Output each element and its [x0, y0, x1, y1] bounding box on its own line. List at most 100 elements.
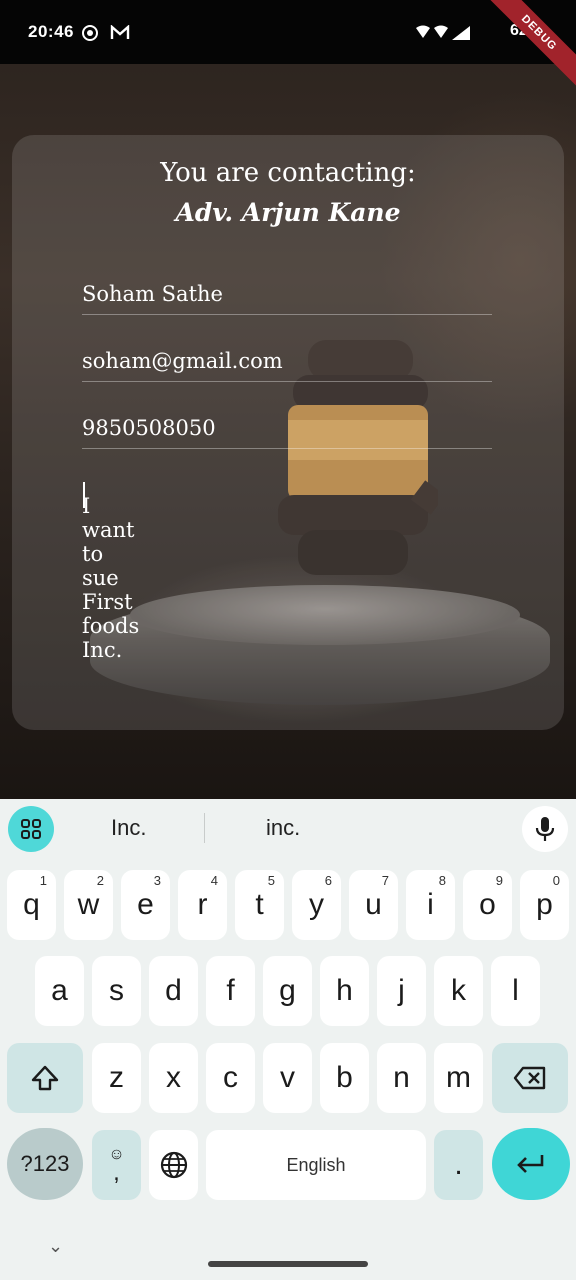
- key-j[interactable]: j: [377, 956, 426, 1026]
- key-label: j: [398, 974, 405, 1007]
- key-g[interactable]: g: [263, 956, 312, 1026]
- key-v[interactable]: v: [263, 1043, 312, 1113]
- key-label: h: [336, 974, 353, 1007]
- message-field-value: I want to sue First foods Inc.: [82, 494, 140, 662]
- key-l[interactable]: l: [491, 956, 540, 1026]
- space-key[interactable]: English: [206, 1130, 426, 1200]
- on-screen-keyboard: Inc. inc. q1w2e3r4t5y6u7i8o9p0 asdfghjkl…: [0, 799, 576, 1280]
- phone-field-value: 9850508050: [82, 416, 216, 440]
- voice-input-button[interactable]: [522, 806, 568, 852]
- key-label: x: [166, 1061, 181, 1094]
- key-label: v: [280, 1061, 295, 1094]
- key-label: y: [309, 888, 324, 921]
- key-number-hint: 9: [495, 873, 503, 888]
- key-number-hint: 1: [39, 873, 47, 888]
- message-field[interactable]: I want to sue First foods Inc.: [82, 470, 492, 662]
- key-m[interactable]: m: [434, 1043, 483, 1113]
- period-key[interactable]: .: [434, 1130, 483, 1200]
- key-label: w: [77, 888, 100, 921]
- backspace-icon: [513, 1066, 546, 1090]
- email-field[interactable]: soham@gmail.com: [82, 337, 492, 382]
- key-x[interactable]: x: [149, 1043, 198, 1113]
- key-label: a: [51, 974, 68, 1007]
- key-i[interactable]: i8: [406, 870, 455, 940]
- key-d[interactable]: d: [149, 956, 198, 1026]
- key-label: b: [336, 1061, 353, 1094]
- key-b[interactable]: b: [320, 1043, 369, 1113]
- enter-icon: [517, 1155, 544, 1173]
- email-field-value: soham@gmail.com: [82, 349, 283, 373]
- key-r[interactable]: r4: [178, 870, 227, 940]
- status-time: 20:46: [28, 22, 74, 41]
- key-z[interactable]: z: [92, 1043, 141, 1113]
- network-icons: [416, 25, 470, 40]
- phone-field[interactable]: 9850508050: [82, 404, 492, 449]
- globe-icon: [160, 1151, 187, 1179]
- key-e[interactable]: e3: [121, 870, 170, 940]
- key-number-hint: 6: [324, 873, 332, 888]
- key-s[interactable]: s: [92, 956, 141, 1026]
- key-c[interactable]: c: [206, 1043, 255, 1113]
- microphone-icon: [535, 817, 555, 841]
- key-label: f: [226, 974, 235, 1007]
- hide-keyboard-chevron-icon[interactable]: ⌄: [48, 1236, 63, 1257]
- key-number-hint: 4: [210, 873, 218, 888]
- key-u[interactable]: u7: [349, 870, 398, 940]
- key-label: r: [197, 888, 208, 921]
- emoji-comma-key[interactable]: ☺ ,: [92, 1130, 141, 1200]
- key-k[interactable]: k: [434, 956, 483, 1026]
- key-label: o: [479, 888, 496, 921]
- app-screen: You are contacting: Adv. Arjun Kane Soha…: [0, 0, 576, 1280]
- key-n[interactable]: n: [377, 1043, 426, 1113]
- key-label: n: [393, 1061, 410, 1094]
- key-a[interactable]: a: [35, 956, 84, 1026]
- status-bar: 20:46 62% DEBUG: [0, 0, 576, 94]
- key-label: z: [109, 1061, 124, 1094]
- key-label: i: [427, 888, 434, 921]
- suggestion-bar: Inc. inc.: [0, 799, 576, 859]
- key-label: c: [223, 1061, 238, 1094]
- key-label: d: [165, 974, 182, 1007]
- key-p[interactable]: p0: [520, 870, 569, 940]
- grid-icon: [21, 819, 41, 839]
- key-o[interactable]: o9: [463, 870, 512, 940]
- key-label: q: [23, 888, 40, 921]
- gmail-icon: [110, 25, 130, 39]
- key-number-hint: 7: [381, 873, 389, 888]
- key-label: l: [512, 974, 519, 1007]
- key-label: k: [451, 974, 466, 1007]
- key-w[interactable]: w2: [64, 870, 113, 940]
- key-label: e: [137, 888, 154, 921]
- lawyer-name: Adv. Arjun Kane: [175, 198, 401, 227]
- language-key[interactable]: [149, 1130, 198, 1200]
- key-number-hint: 5: [267, 873, 275, 888]
- contact-heading: You are contacting:: [160, 158, 416, 188]
- comma-label: ,: [113, 1159, 120, 1186]
- key-y[interactable]: y6: [292, 870, 341, 940]
- key-number-hint: 8: [438, 873, 446, 888]
- key-label: m: [446, 1061, 471, 1094]
- suggestion-2[interactable]: inc.: [266, 815, 300, 841]
- keyboard-apps-button[interactable]: [8, 806, 54, 852]
- suggestion-1[interactable]: Inc.: [111, 815, 146, 841]
- key-number-hint: 0: [552, 873, 560, 888]
- key-label: p: [536, 888, 553, 921]
- key-number-hint: 2: [96, 873, 104, 888]
- shift-key[interactable]: [7, 1043, 83, 1113]
- key-q[interactable]: q1: [7, 870, 56, 940]
- enter-key[interactable]: [492, 1128, 570, 1200]
- record-icon: [82, 25, 98, 41]
- key-label: g: [279, 974, 296, 1007]
- name-field[interactable]: Soham Sathe: [82, 270, 492, 315]
- backspace-key[interactable]: [492, 1043, 568, 1113]
- key-f[interactable]: f: [206, 956, 255, 1026]
- key-label: t: [255, 888, 264, 921]
- suggestion-divider: [204, 813, 205, 843]
- key-label: s: [109, 974, 124, 1007]
- name-field-value: Soham Sathe: [82, 282, 223, 306]
- key-h[interactable]: h: [320, 956, 369, 1026]
- symbols-key[interactable]: ?123: [7, 1128, 83, 1200]
- home-gesture-bar[interactable]: [208, 1261, 368, 1267]
- shift-icon: [31, 1065, 59, 1091]
- key-t[interactable]: t5: [235, 870, 284, 940]
